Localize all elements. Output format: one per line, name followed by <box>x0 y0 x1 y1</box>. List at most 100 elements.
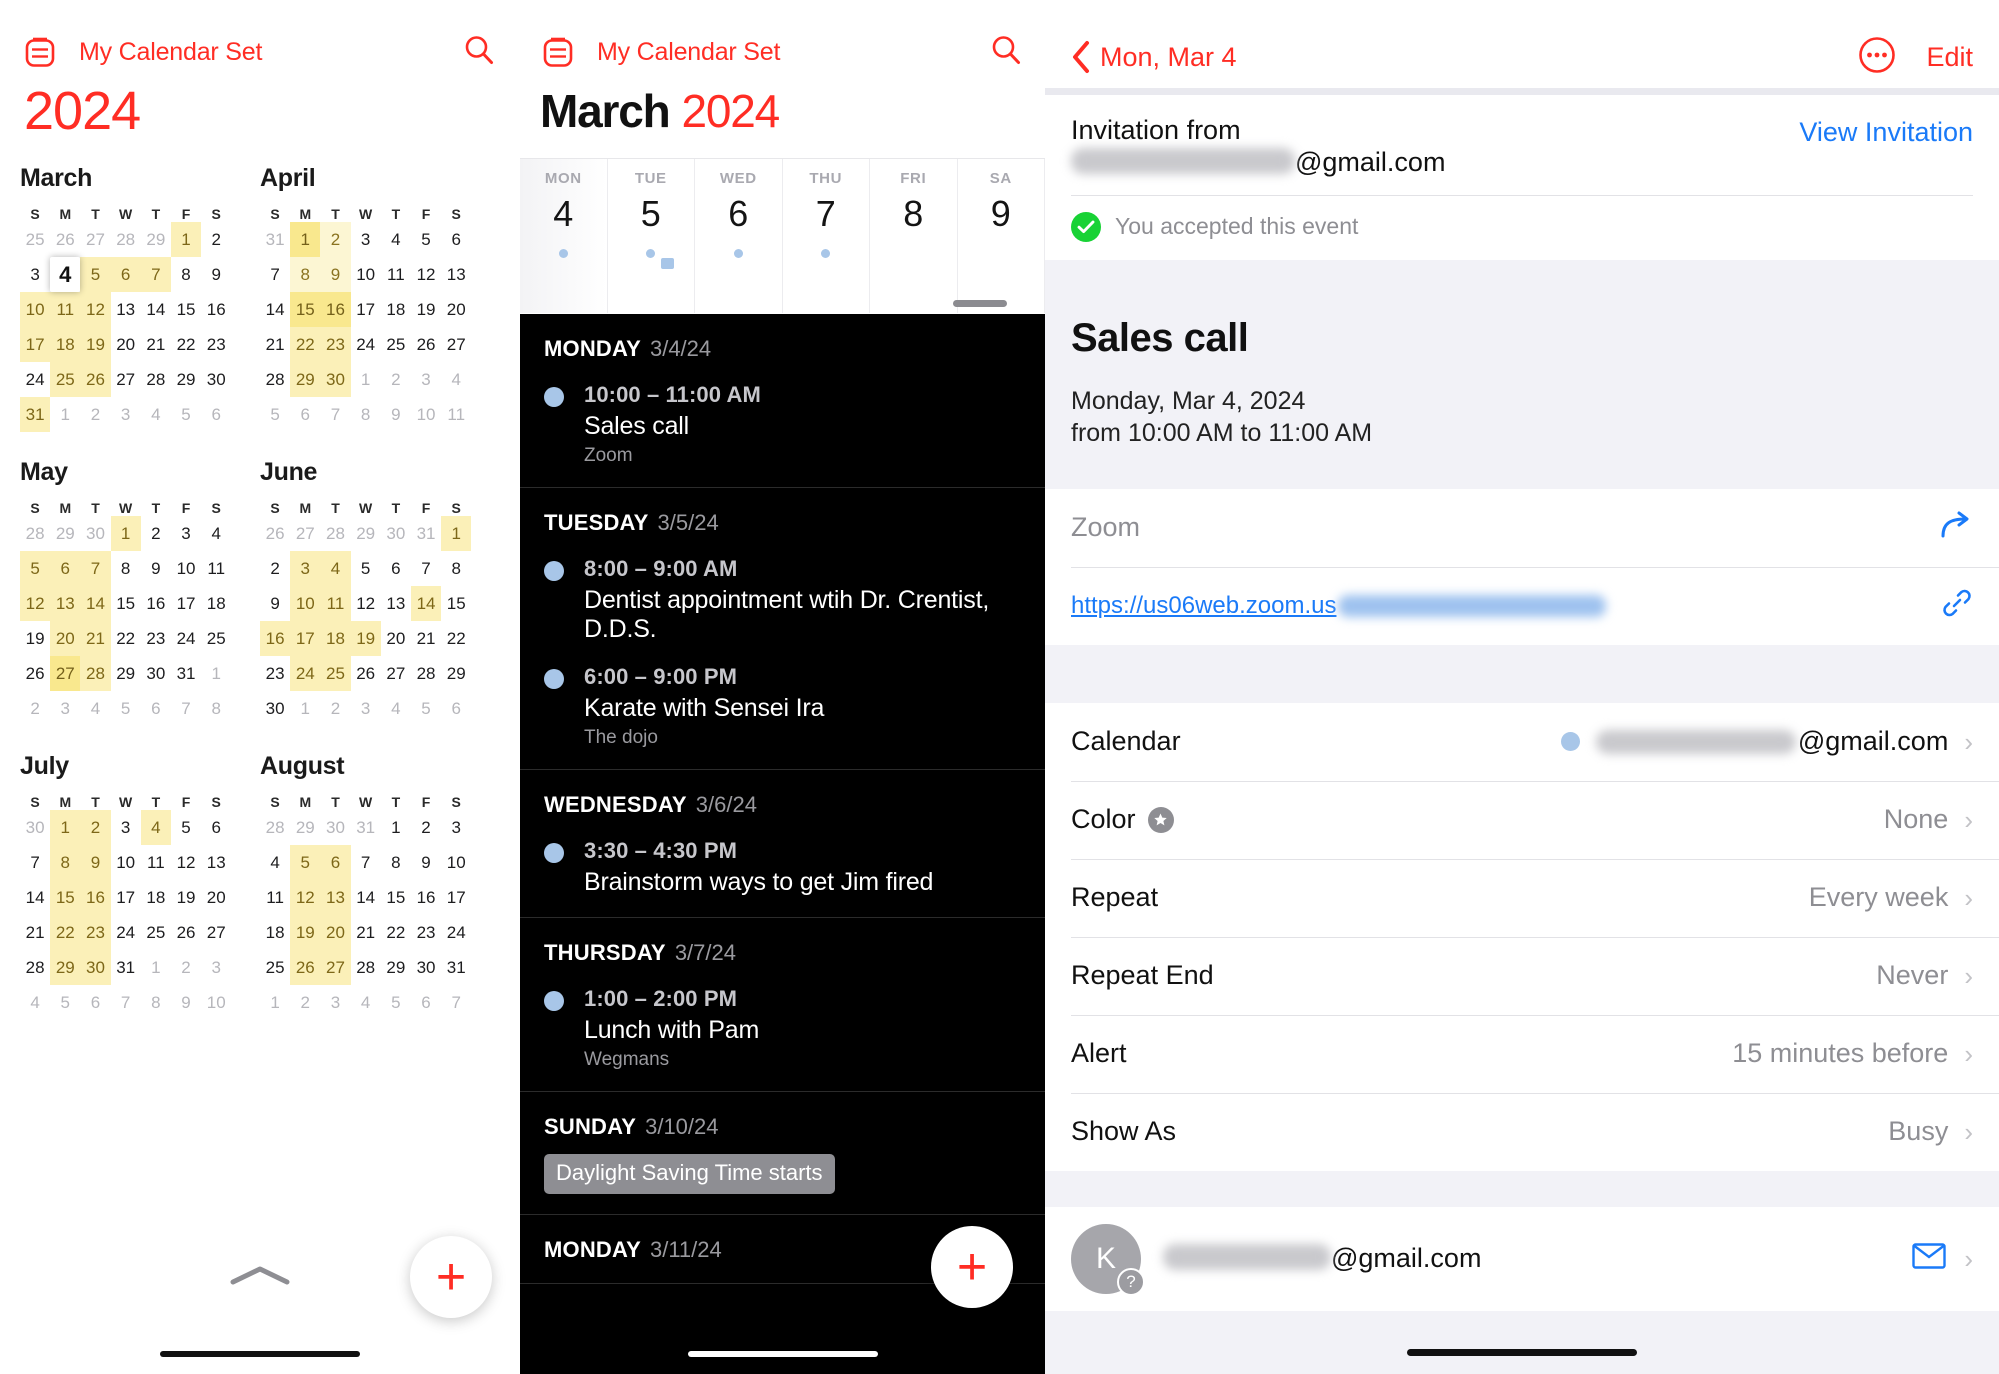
day-cell[interactable]: 27 <box>320 950 351 985</box>
day-cell[interactable]: 31 <box>20 397 51 432</box>
add-event-button[interactable]: + <box>410 1236 492 1318</box>
day-cell[interactable]: 29 <box>290 810 320 845</box>
day-cell[interactable]: 5 <box>411 691 441 726</box>
day-cell[interactable]: 19 <box>290 915 321 950</box>
day-cell[interactable]: 22 <box>290 327 321 362</box>
day-cell[interactable]: 17 <box>351 292 381 327</box>
day-cell[interactable]: 9 <box>411 845 441 880</box>
day-cell[interactable]: 14 <box>20 880 50 915</box>
day-cell[interactable]: 23 <box>320 327 351 362</box>
day-cell[interactable]: 23 <box>141 621 171 656</box>
day-cell[interactable]: 1 <box>50 397 80 432</box>
day-cell[interactable]: 23 <box>260 656 290 691</box>
day-cell[interactable]: 14 <box>260 292 290 327</box>
day-cell[interactable]: 2 <box>260 551 290 586</box>
day-cell[interactable]: 1 <box>290 222 321 257</box>
day-cell[interactable]: 22 <box>111 621 141 656</box>
day-cell[interactable]: 6 <box>110 257 141 292</box>
day-cell[interactable]: 26 <box>351 656 381 691</box>
day-cell[interactable]: 15 <box>111 586 141 621</box>
day-cell[interactable]: 16 <box>80 880 111 915</box>
day-cell[interactable]: 28 <box>111 222 141 257</box>
day-cell[interactable]: 2 <box>80 397 110 432</box>
day-cell[interactable]: 24 <box>290 656 321 691</box>
day-cell[interactable]: 7 <box>140 257 171 292</box>
day-cell[interactable]: 21 <box>141 327 171 362</box>
day-cell[interactable]: 12 <box>290 880 321 915</box>
day-cell[interactable]: 6 <box>201 397 231 432</box>
day-cell[interactable]: 30 <box>141 656 171 691</box>
day-cell[interactable]: 14 <box>410 586 442 621</box>
day-cell[interactable]: 4 <box>80 691 110 726</box>
day-cell[interactable]: 30 <box>80 950 111 985</box>
day-cell[interactable]: 7 <box>320 397 350 432</box>
day-cell[interactable]: 28 <box>411 656 441 691</box>
day-cell[interactable]: 30 <box>320 362 351 397</box>
day-cell[interactable]: 24 <box>171 621 201 656</box>
day-cell[interactable]: 26 <box>20 656 50 691</box>
day-cell[interactable]: 25 <box>201 621 231 656</box>
day-cell[interactable]: 30 <box>201 362 231 397</box>
day-cell[interactable]: 4 <box>260 845 290 880</box>
directions-arrow-icon[interactable] <box>1941 511 1973 544</box>
day-cell[interactable]: 2 <box>20 691 50 726</box>
day-cell[interactable]: 2 <box>320 222 351 257</box>
day-cell[interactable]: 22 <box>381 915 411 950</box>
add-event-button[interactable]: + <box>931 1226 1013 1308</box>
day-cell[interactable]: 26 <box>411 327 441 362</box>
day-cell[interactable]: 27 <box>111 362 141 397</box>
day-cell[interactable]: 8 <box>381 845 411 880</box>
day-cell[interactable]: 27 <box>290 516 320 551</box>
day-cell[interactable]: 30 <box>411 950 441 985</box>
day-cell[interactable]: 20 <box>441 292 471 327</box>
day-cell[interactable]: 16 <box>320 292 351 327</box>
day-cell[interactable]: 4 <box>441 362 471 397</box>
day-cell[interactable]: 1 <box>351 362 381 397</box>
day-cell[interactable]: 23 <box>80 915 111 950</box>
day-cell[interactable]: 8 <box>351 397 381 432</box>
day-cell[interactable]: 22 <box>441 621 471 656</box>
day-cell[interactable]: 31 <box>411 516 441 551</box>
day-cell[interactable]: 18 <box>381 292 411 327</box>
day-cell[interactable]: 4 <box>50 257 81 292</box>
day-cell[interactable]: 27 <box>80 222 110 257</box>
edit-button[interactable]: Edit <box>1926 42 1973 73</box>
back-button[interactable]: Mon, Mar 4 <box>1071 40 1237 74</box>
day-cell[interactable]: 26 <box>171 915 201 950</box>
week-day-column-tue[interactable]: TUE 5 <box>608 159 695 313</box>
month-block-june[interactable]: June S M T W T F S 26 27 28 29 30 31 1 2 3 4 5 6 7 8 9 10 11 12 13… <box>260 458 472 726</box>
day-cell[interactable]: 15 <box>50 880 81 915</box>
all-day-event[interactable]: Daylight Saving Time starts <box>544 1154 835 1194</box>
day-cell[interactable]: 8 <box>201 691 231 726</box>
day-cell[interactable]: 3 <box>50 691 80 726</box>
meeting-url-link[interactable]: https://us06web.zoom.us <box>1071 592 1336 620</box>
day-cell[interactable]: 3 <box>111 397 141 432</box>
search-icon[interactable] <box>462 33 496 72</box>
day-cell[interactable]: 16 <box>260 621 291 656</box>
day-cell[interactable]: 6 <box>441 222 471 257</box>
day-cell[interactable]: 31 <box>171 656 201 691</box>
day-cell[interactable]: 29 <box>50 950 81 985</box>
day-cell[interactable]: 1 <box>260 985 290 1020</box>
day-cell[interactable]: 18 <box>201 586 231 621</box>
calendar-set-icon[interactable] <box>24 36 56 68</box>
day-cell[interactable]: 25 <box>260 950 290 985</box>
week-day-column-mon[interactable]: MON 4 <box>520 159 608 313</box>
day-cell[interactable]: 2 <box>290 985 320 1020</box>
day-cell[interactable]: 5 <box>171 397 201 432</box>
day-cell[interactable]: 24 <box>441 915 471 950</box>
agenda-event[interactable]: 3:30 – 4:30 PM Brainstorm ways to get Jim… <box>520 818 1045 897</box>
view-invitation-link[interactable]: View Invitation <box>1799 115 1973 148</box>
day-cell[interactable]: 20 <box>381 621 411 656</box>
day-cell[interactable]: 26 <box>290 950 321 985</box>
day-cell[interactable]: 19 <box>350 621 381 656</box>
day-cell[interactable]: 23 <box>411 915 441 950</box>
week-day-column-thu[interactable]: THU 7 <box>783 159 870 313</box>
day-cell[interactable]: 22 <box>50 915 81 950</box>
agenda-list[interactable]: MONDAY 3/4/24 10:00 – 11:00 AM Sales call Zo… <box>520 314 1045 1374</box>
day-cell[interactable]: 1 <box>110 516 141 551</box>
day-cell[interactable]: 2 <box>141 516 171 551</box>
day-cell[interactable]: 21 <box>411 621 441 656</box>
day-cell[interactable]: 30 <box>20 810 50 845</box>
property-row-repeat-end[interactable]: Repeat End Never › <box>1045 936 1999 1015</box>
